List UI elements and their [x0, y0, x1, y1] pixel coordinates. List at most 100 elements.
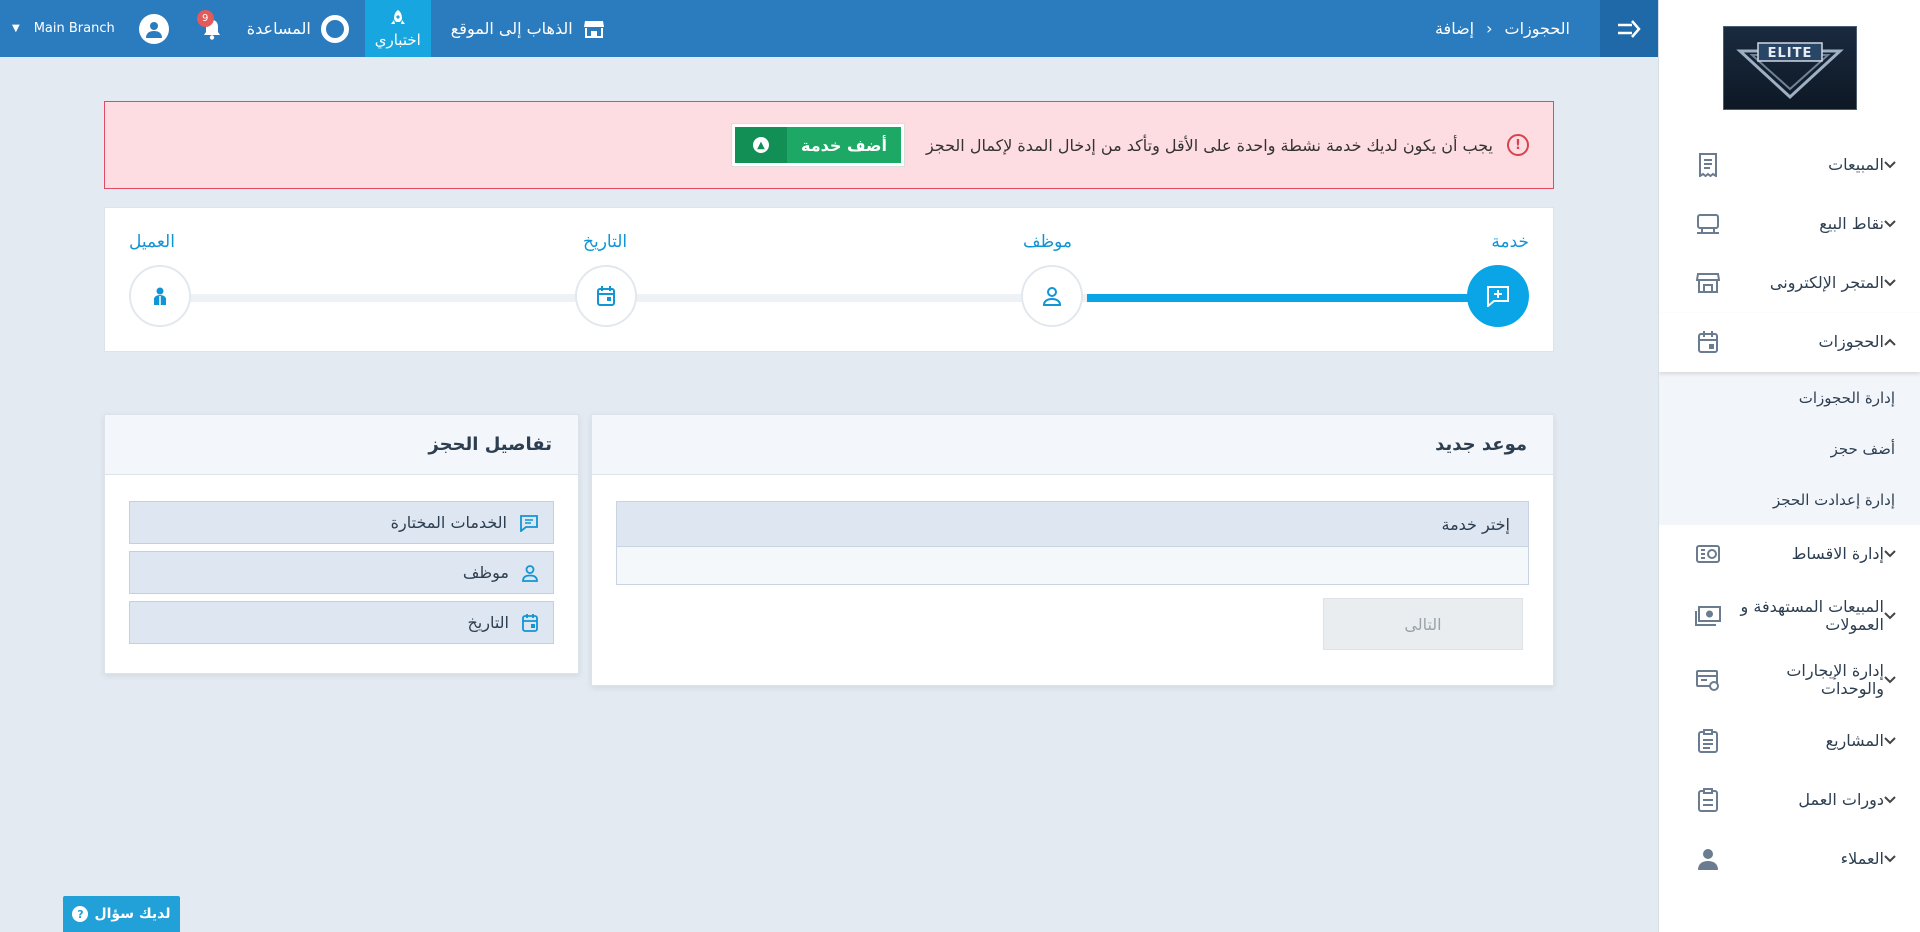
add-service-button[interactable]: أضف خدمة ▲ [731, 124, 904, 166]
person-icon [1693, 844, 1723, 874]
booking-details-panel: تفاصيل الحجز الخدمات المختارة موظف التار… [104, 414, 579, 674]
trial-label: اختباري [374, 30, 421, 49]
sidebar: ELITE المبيعات نقاط البيع المتجر الإلكتر… [1658, 0, 1920, 932]
submenu-item-booking-settings[interactable]: إدارة إعدادت الحجز [1659, 474, 1920, 525]
sidebar-item-online-store[interactable]: المتجر الإلكترونى [1659, 254, 1920, 313]
chevron-down-icon [1884, 275, 1904, 291]
clipboard-icon [1693, 726, 1723, 756]
chevron-up-circle-icon: ▲ [734, 127, 787, 163]
panel-title: تفاصيل الحجز [105, 415, 578, 475]
breadcrumb-current: إضافة [1434, 19, 1475, 38]
detail-label: التاريخ [467, 613, 509, 632]
calendar-icon [597, 286, 615, 306]
step-client[interactable] [129, 265, 191, 327]
rental-icon [1693, 665, 1723, 695]
sidebar-item-targeted-sales[interactable]: المبيعات المستهدفة و العمولات [1659, 584, 1920, 648]
site-link-label: الذهاب إلى الموقع [450, 19, 573, 38]
sidebar-item-label: العملاء [1840, 849, 1884, 868]
sidebar-toggle-button[interactable] [1600, 0, 1658, 57]
submenu-item-label: أضف حجز [1830, 439, 1895, 458]
arrow-right-icon [1618, 19, 1641, 38]
branch-name: Main Branch [33, 21, 115, 36]
topbar: الحجوزات › إضافة ▼ Main Branch 9 المساعد… [0, 0, 1658, 57]
receipt-icon [1693, 150, 1723, 180]
chevron-down-icon [1884, 608, 1904, 624]
new-appointment-panel: موعد جديد إختر خدمة التالى [591, 414, 1554, 686]
calendar-icon [1693, 327, 1723, 357]
clipboard-list-icon [1693, 785, 1723, 815]
detail-label: موظف [462, 563, 509, 582]
exclamation-icon: ! [1507, 134, 1529, 156]
cash-icon [1693, 601, 1723, 631]
step-date[interactable] [575, 265, 637, 327]
notification-count-badge: 9 [196, 9, 214, 27]
installments-icon [1693, 539, 1723, 569]
detail-row-date: التاريخ [129, 601, 554, 644]
company-logo[interactable]: ELITE [1722, 26, 1857, 110]
message-icon [519, 514, 539, 532]
user-avatar[interactable] [138, 13, 169, 44]
stepper-progress [1087, 294, 1487, 302]
sidebar-item-installments[interactable]: إدارة الاقساط [1659, 525, 1920, 584]
clients-icon [154, 287, 166, 305]
chevron-down-icon [1884, 216, 1904, 232]
topbar-actions: ▼ Main Branch 9 المساعدة اختباري الذهاب … [0, 0, 605, 57]
chevron-down-icon [1884, 546, 1904, 562]
sidebar-item-label: نقاط البيع [1819, 214, 1884, 233]
panel-title: موعد جديد [592, 415, 1553, 475]
question-label: لديك سؤال [94, 906, 171, 922]
chevron-up-icon [1884, 334, 1904, 350]
message-plus-icon [1487, 286, 1509, 307]
sidebar-item-bookings[interactable]: الحجوزات [1659, 313, 1920, 372]
add-service-label: أضف خدمة [786, 127, 901, 163]
storefront-icon [583, 20, 604, 38]
step-employee[interactable] [1021, 265, 1083, 327]
sidebar-item-label: إدارة الاقساط [1791, 544, 1884, 563]
breadcrumb: الحجوزات › إضافة [1435, 0, 1570, 57]
user-icon [145, 21, 162, 38]
store-icon [1693, 268, 1723, 298]
sidebar-item-label: الحجوزات [1818, 332, 1884, 351]
calendar-icon [521, 613, 539, 633]
help-label: المساعدة [246, 19, 311, 38]
step-label-service: خدمة [1491, 232, 1529, 252]
sidebar-item-workflows[interactable]: دورات العمل [1659, 771, 1920, 830]
help-link[interactable]: المساعدة [246, 14, 349, 43]
logo-text: ELITE [1767, 46, 1812, 61]
service-select-label: إختر خدمة [617, 502, 1528, 546]
breadcrumb-bookings-link[interactable]: الحجوزات [1505, 19, 1570, 38]
person-outline-icon [521, 564, 539, 582]
sidebar-item-clients[interactable]: العملاء [1659, 830, 1920, 889]
sidebar-item-rentals[interactable]: إدارة الإيجارات والوحدات [1659, 648, 1920, 712]
sidebar-item-label: دورات العمل [1798, 790, 1884, 809]
service-select[interactable]: إختر خدمة [616, 501, 1529, 585]
branch-selector[interactable]: ▼ Main Branch [0, 21, 123, 36]
detail-row-employee: موظف [129, 551, 554, 594]
submenu-item-add-booking[interactable]: أضف حجز [1659, 423, 1920, 474]
next-button[interactable]: التالى [1323, 598, 1523, 650]
chevron-down-icon [1884, 733, 1904, 749]
pos-terminal-icon [1693, 209, 1723, 239]
have-a-question-button[interactable]: ? لديك سؤال [63, 896, 180, 932]
sidebar-item-sales[interactable]: المبيعات [1659, 136, 1920, 195]
sidebar-item-label: المتجر الإلكترونى [1769, 273, 1884, 292]
question-icon: ? [72, 906, 89, 922]
service-options-area[interactable] [617, 546, 1528, 584]
sidebar-item-projects[interactable]: المشاريع [1659, 712, 1920, 771]
sidebar-item-label: إدارة الإيجارات والوحدات [1786, 660, 1884, 698]
sidebar-item-pos[interactable]: نقاط البيع [1659, 195, 1920, 254]
warning-alert: ! يجب أن يكون لديك خدمة نشطة واحدة على ا… [104, 101, 1554, 189]
breadcrumb-separator-icon: › [1486, 19, 1493, 38]
submenu-item-manage-bookings[interactable]: إدارة الحجوزات [1659, 372, 1920, 423]
alert-message: يجب أن يكون لديك خدمة نشطة واحدة على الأ… [925, 135, 1493, 155]
submenu-item-label: إدارة إعدادت الحجز [1773, 490, 1895, 509]
step-service[interactable] [1467, 265, 1529, 327]
chevron-down-icon [1884, 851, 1904, 867]
notifications-button[interactable]: 9 [196, 9, 227, 44]
chevron-down-icon [1884, 672, 1904, 688]
step-label-date: التاريخ [583, 232, 628, 252]
trial-button[interactable]: اختباري [364, 0, 431, 57]
submenu-item-label: إدارة الحجوزات [1798, 388, 1895, 407]
detail-label: الخدمات المختارة [390, 513, 507, 532]
go-to-website-link[interactable]: الذهاب إلى الموقع [451, 19, 605, 39]
